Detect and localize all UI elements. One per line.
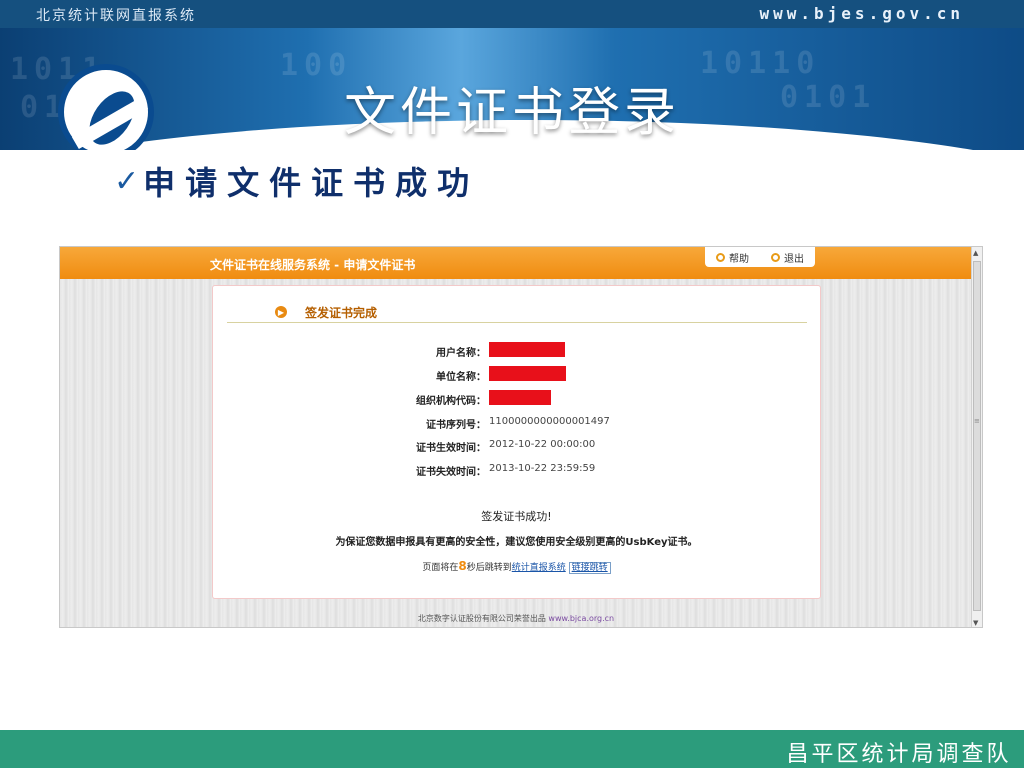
success-message: 签发证书成功! <box>481 510 552 523</box>
info-icon <box>716 252 725 262</box>
checkmark-icon: ✓ <box>114 163 140 199</box>
field-label: 单位名称： <box>436 372 486 383</box>
system-name: 北京统计联网直报系统 <box>36 8 196 24</box>
footer-link[interactable]: www.bjca.org.cn <box>548 614 614 623</box>
redaction-block <box>489 366 566 381</box>
banner-title: 文件证书登录 <box>343 83 680 143</box>
help-link[interactable]: 帮助 <box>716 250 749 265</box>
result-card: ▶ 签发证书完成 用户名称： 单位名称： 组织机构代码： 证书序列号： 1100… <box>212 285 821 599</box>
service-footer: 北京数字认证股份有限公司荣誉出品 www.bjca.org.cn <box>60 613 972 624</box>
redaction-block <box>489 390 551 405</box>
field-row-valid-from: 证书生效时间： 2012-10-22 00:00:00 <box>213 437 820 454</box>
site-url: www.bjes.gov.cn <box>759 4 964 23</box>
field-label: 证书生效时间： <box>416 443 486 454</box>
help-label: 帮助 <box>729 253 749 265</box>
footer-credit: 北京数字认证股份有限公司荣誉出品 <box>417 614 546 623</box>
field-row-org-name: 单位名称： <box>213 366 820 383</box>
redirect-middle: 秒后跳转到 <box>466 563 512 573</box>
arrow-right-icon: ▶ <box>275 306 287 318</box>
redaction-block <box>489 342 565 357</box>
field-label: 用户名称： <box>436 348 486 359</box>
field-value: 2012-10-22 00:00:00 <box>489 439 596 450</box>
top-strip: 北京统计联网直报系统 www.bjes.gov.cn <box>0 0 1024 28</box>
slide-heading: ✓ 申请文件证书成功 <box>114 158 479 204</box>
scroll-up-icon[interactable]: ▲ <box>973 249 978 257</box>
jump-link-button[interactable]: 链接跳转 <box>568 562 611 574</box>
field-value: 2013-10-22 23:59:59 <box>489 463 596 474</box>
vertical-scrollbar[interactable]: ▲ ≡ ▼ <box>971 247 982 627</box>
bottom-bar: 昌平区统计局调查队 <box>0 730 1024 768</box>
stats-system-link[interactable]: 统计直报系统 <box>512 563 566 573</box>
service-header-title: 文件证书在线服务系统 - 申请文件证书 <box>210 258 416 272</box>
header-tabs: 帮助 退出 <box>705 247 815 267</box>
scroll-down-icon[interactable]: ▼ <box>973 619 978 627</box>
scroll-grip-icon: ≡ <box>974 417 980 425</box>
field-label: 证书失效时间： <box>416 467 486 478</box>
redirect-notice: 页面将在8秒后跳转到统计直报系统 链接跳转 <box>213 559 820 574</box>
exit-link[interactable]: 退出 <box>771 250 804 265</box>
exit-label: 退出 <box>784 253 804 265</box>
field-row-org-code: 组织机构代码： <box>213 390 820 407</box>
banner: 1011 0100 100 10110 0101 文件证书登录 <box>0 28 1024 150</box>
field-row-valid-to: 证书失效时间： 2013-10-22 23:59:59 <box>213 461 820 478</box>
certificate-service-screenshot: 文件证书在线服务系统 - 申请文件证书 帮助 退出 ▶ 签发证书完成 用户名称：… <box>59 246 983 628</box>
scroll-thumb[interactable] <box>973 261 981 611</box>
field-label: 组织机构代码： <box>416 396 486 407</box>
redirect-prefix: 页面将在 <box>422 563 459 573</box>
exit-icon <box>771 252 780 262</box>
security-advice: 为保证您数据申报具有更高的安全性，建议您使用安全级别更高的UsbKey证书。 <box>335 537 698 548</box>
field-row-serial: 证书序列号： 1100000000000001497 <box>213 414 820 431</box>
bottom-bar-text: 昌平区统计局调查队 <box>786 742 1012 767</box>
field-value: 1100000000000001497 <box>489 416 610 427</box>
section-title: 签发证书完成 <box>305 305 378 320</box>
countdown-seconds: 8 <box>458 559 467 573</box>
section-header: ▶ 签发证书完成 <box>227 302 807 323</box>
field-row-user-name: 用户名称： <box>213 342 820 359</box>
slide-heading-text: 申请文件证书成功 <box>143 164 480 202</box>
field-label: 证书序列号： <box>426 420 486 431</box>
service-header: 文件证书在线服务系统 - 申请文件证书 帮助 退出 <box>60 247 972 279</box>
